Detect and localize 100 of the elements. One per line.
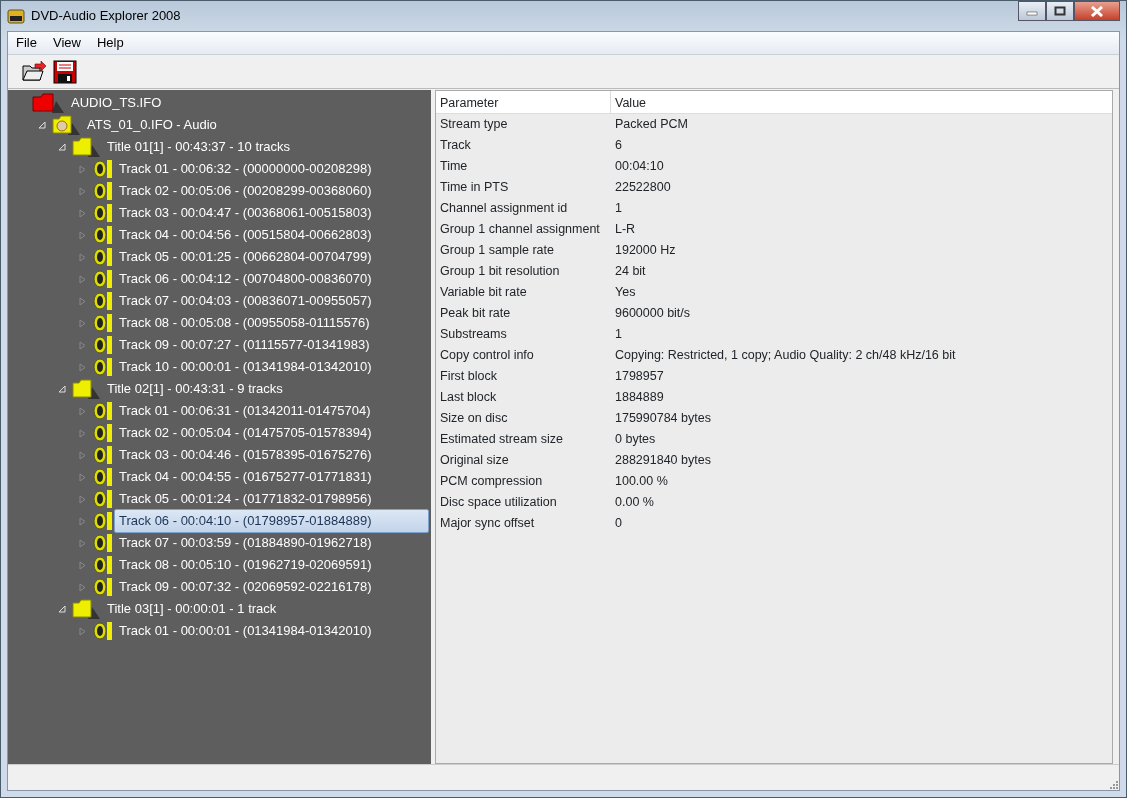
table-cell-text: Size on disc — [439, 410, 509, 428]
tree-item[interactable]: Track 08 - 00:05:10 - (01962719-02069591) — [114, 553, 377, 577]
collapsed-arrow-icon[interactable] — [76, 471, 88, 483]
tree-item[interactable]: Track 07 - 00:04:03 - (00836071-00955057) — [114, 289, 377, 313]
speaker-icon — [92, 313, 114, 333]
collapsed-arrow-icon[interactable] — [76, 295, 88, 307]
speaker-icon — [92, 423, 114, 443]
menu-item[interactable]: File — [8, 33, 45, 53]
table-cell-text: Disc space utilization — [439, 494, 558, 512]
column-header[interactable]: Parameter — [436, 91, 611, 113]
speaker-icon — [92, 335, 114, 355]
table-cell-text: 288291840 bytes — [614, 452, 712, 470]
maximize-icon — [1054, 6, 1066, 16]
expanded-arrow-icon[interactable] — [36, 119, 48, 131]
table-cell-text: Channel assignment id — [439, 200, 569, 218]
speaker-icon — [92, 445, 114, 465]
table-cell-text: 175990784 bytes — [614, 410, 712, 428]
close-icon — [1090, 5, 1104, 17]
tree-item[interactable]: Track 04 - 00:04:56 - (00515804-00662803) — [114, 223, 377, 247]
collapsed-arrow-icon[interactable] — [76, 449, 88, 461]
speaker-icon — [92, 181, 114, 201]
folder-disc-icon — [52, 115, 82, 135]
tree-item[interactable]: Track 01 - 00:00:01 - (01341984-01342010) — [114, 619, 377, 643]
table-cell-text: Original size — [439, 452, 510, 470]
collapsed-arrow-icon[interactable] — [76, 427, 88, 439]
tree-item[interactable]: Title 01[1] - 00:43:37 - 10 tracks — [102, 135, 296, 159]
table-cell-text: Last block — [439, 389, 498, 407]
table-cell-text: 00:04:10 — [614, 158, 665, 176]
table-cell-text: 24 bit — [614, 263, 647, 281]
folder-icon — [72, 137, 102, 157]
table-cell-text: Copy control info — [439, 347, 535, 365]
tree-item[interactable]: Track 04 - 00:04:55 - (01675277-01771831) — [114, 465, 377, 489]
tree-item[interactable]: Track 09 - 00:07:32 - (02069592-02216178) — [114, 575, 377, 599]
collapsed-arrow-icon[interactable] — [76, 229, 88, 241]
tree-item[interactable]: Track 01 - 00:06:32 - (00000000-00208298) — [114, 157, 377, 181]
collapsed-arrow-icon[interactable] — [76, 251, 88, 263]
speaker-icon — [92, 357, 114, 377]
tree-item[interactable]: Track 06 - 00:04:12 - (00704800-00836070) — [114, 267, 377, 291]
maximize-button[interactable] — [1046, 1, 1074, 21]
table-cell-text: Time — [439, 158, 469, 176]
collapsed-arrow-icon[interactable] — [76, 537, 88, 549]
table-cell-text: Peak bit rate — [439, 305, 512, 323]
column-header[interactable]: Value — [611, 91, 651, 113]
tree-item[interactable]: Track 05 - 00:01:24 - (01771832-01798956) — [114, 487, 377, 511]
table-cell-text: 9600000 bit/s — [614, 305, 692, 323]
collapsed-arrow-icon[interactable] — [76, 559, 88, 571]
minimize-button[interactable] — [1018, 1, 1046, 21]
speaker-icon — [92, 489, 114, 509]
tree-item[interactable]: Track 06 - 00:04:10 - (01798957-01884889) — [114, 509, 429, 533]
expanded-arrow-icon[interactable] — [56, 603, 68, 615]
save-icon[interactable] — [52, 58, 78, 85]
tree-item[interactable]: Track 05 - 00:01:25 - (00662804-00704799) — [114, 245, 377, 269]
speaker-icon — [92, 577, 114, 597]
tree-item[interactable]: Track 07 - 00:03:59 - (01884890-01962718) — [114, 531, 377, 555]
tree-item[interactable]: AUDIO_TS.IFO — [66, 91, 167, 115]
collapsed-arrow-icon[interactable] — [76, 581, 88, 593]
collapsed-arrow-icon[interactable] — [76, 625, 88, 637]
tree-item[interactable]: Track 03 - 00:04:46 - (01578395-01675276) — [114, 443, 377, 467]
speaker-icon — [92, 225, 114, 245]
tree-item[interactable]: ATS_01_0.IFO - Audio — [82, 113, 222, 137]
tree-item[interactable]: Track 10 - 00:00:01 - (01341984-01342010) — [114, 355, 377, 379]
collapsed-arrow-icon[interactable] — [76, 493, 88, 505]
collapsed-arrow-icon[interactable] — [76, 515, 88, 527]
collapsed-arrow-icon[interactable] — [76, 361, 88, 373]
table-cell-text: PCM compression — [439, 473, 544, 491]
tree-item[interactable]: Track 01 - 00:06:31 - (01342011-01475704) — [114, 399, 376, 423]
expanded-arrow-icon[interactable] — [56, 383, 68, 395]
folder-icon — [32, 93, 66, 113]
menu-item[interactable]: Help — [88, 33, 132, 53]
table-cell-text: Copying: Restricted, 1 copy; Audio Quality: 2 ch/48 kHz/16 bit — [614, 347, 957, 365]
tree-item[interactable]: Track 09 - 00:07:27 - (01115577-01341983) — [114, 333, 375, 357]
table-cell-text: L-R — [614, 221, 637, 239]
collapsed-arrow-icon[interactable] — [76, 163, 88, 175]
table-cell-text: Time in PTS — [439, 179, 510, 197]
table-cell-text: 22522800 — [614, 179, 672, 197]
table-cell-text: 100.00 % — [614, 473, 669, 491]
collapsed-arrow-icon[interactable] — [76, 273, 88, 285]
collapsed-arrow-icon[interactable] — [76, 317, 88, 329]
speaker-icon — [92, 203, 114, 223]
tree-item[interactable]: Title 03[1] - 00:00:01 - 1 track — [102, 597, 282, 621]
close-button[interactable] — [1074, 1, 1120, 21]
tree-item[interactable]: Track 03 - 00:04:47 - (00368061-00515803) — [114, 201, 377, 225]
speaker-icon — [92, 291, 114, 311]
table-cell-text: 0 bytes — [614, 431, 657, 449]
table-cell-text: 1 — [614, 200, 623, 218]
tree-item[interactable]: Track 08 - 00:05:08 - (00955058-01115576) — [114, 311, 375, 335]
collapsed-arrow-icon[interactable] — [76, 185, 88, 197]
collapsed-arrow-icon[interactable] — [76, 339, 88, 351]
tree-item[interactable]: Track 02 - 00:05:06 - (00208299-00368060) — [114, 179, 377, 203]
table-cell-text: Stream type — [439, 116, 509, 134]
menu-item[interactable]: View — [44, 33, 89, 53]
collapsed-arrow-icon[interactable] — [76, 405, 88, 417]
tree-item[interactable]: Title 02[1] - 00:43:31 - 9 tracks — [102, 377, 288, 401]
tree-item[interactable]: Track 02 - 00:05:04 - (01475705-01578394) — [114, 421, 377, 445]
expanded-arrow-icon[interactable] — [56, 141, 68, 153]
collapsed-arrow-icon[interactable] — [76, 207, 88, 219]
table-cell-text: Major sync offset — [439, 515, 536, 533]
table-cell-text: Group 1 bit resolution — [439, 263, 561, 281]
table-cell-text: Substreams — [439, 326, 508, 344]
table-cell-text: 1 — [614, 326, 623, 344]
